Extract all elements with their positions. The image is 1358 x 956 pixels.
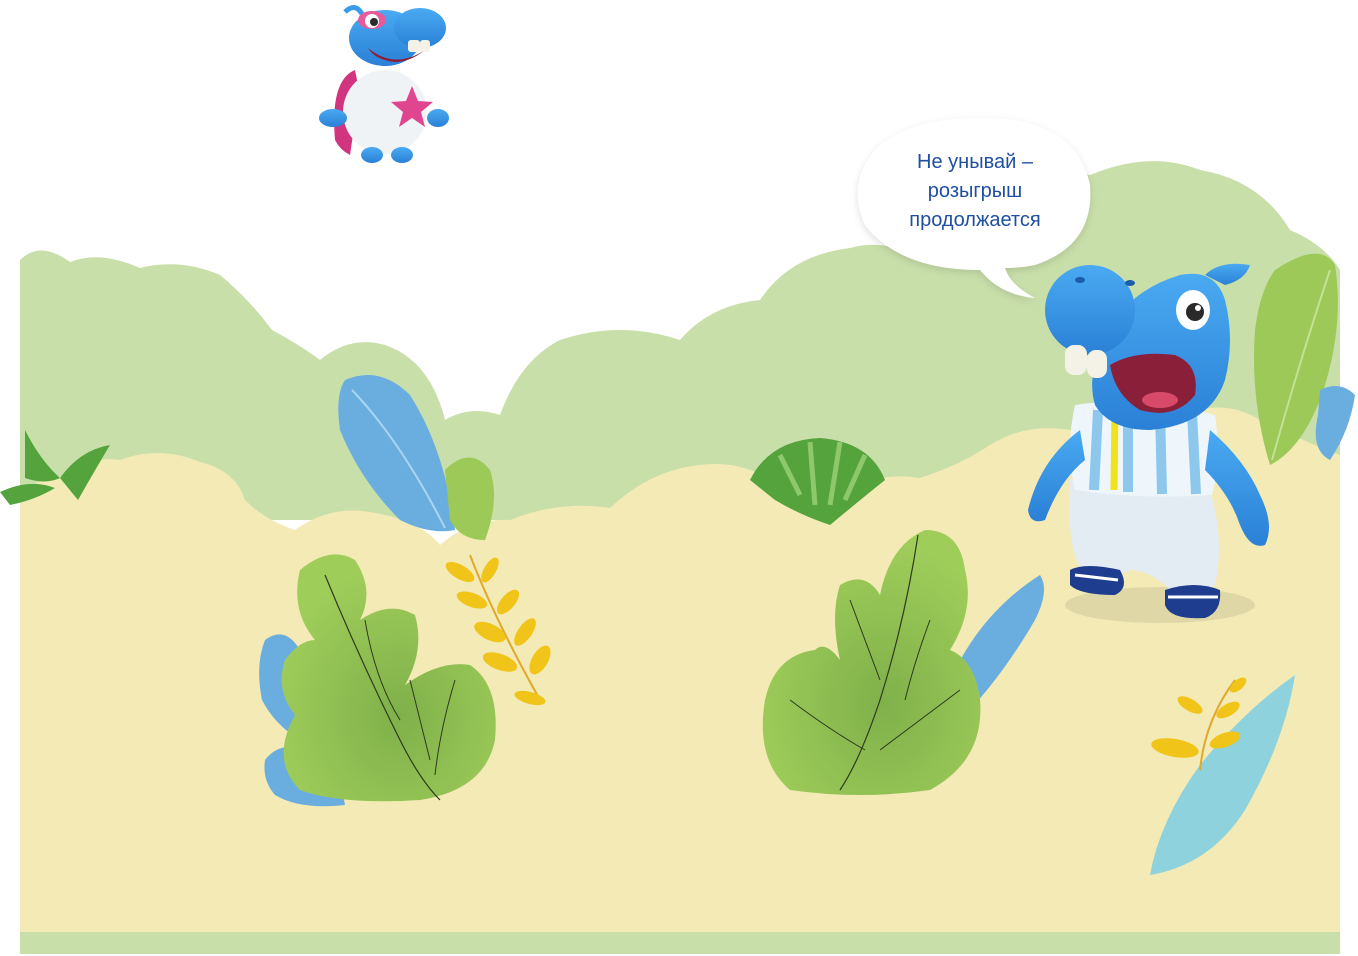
speech-line-1: Не унывай – — [917, 151, 1033, 173]
speech-bubble-text: Не унывай – розыгрыш продолжается — [862, 148, 1088, 235]
ground-bottom-strip — [20, 932, 1340, 954]
jungle-scene — [0, 5, 1355, 954]
speech-line-3: продолжается — [909, 209, 1041, 231]
speech-line-2: розыгрыш — [927, 180, 1023, 202]
flying-hippo — [319, 5, 449, 163]
